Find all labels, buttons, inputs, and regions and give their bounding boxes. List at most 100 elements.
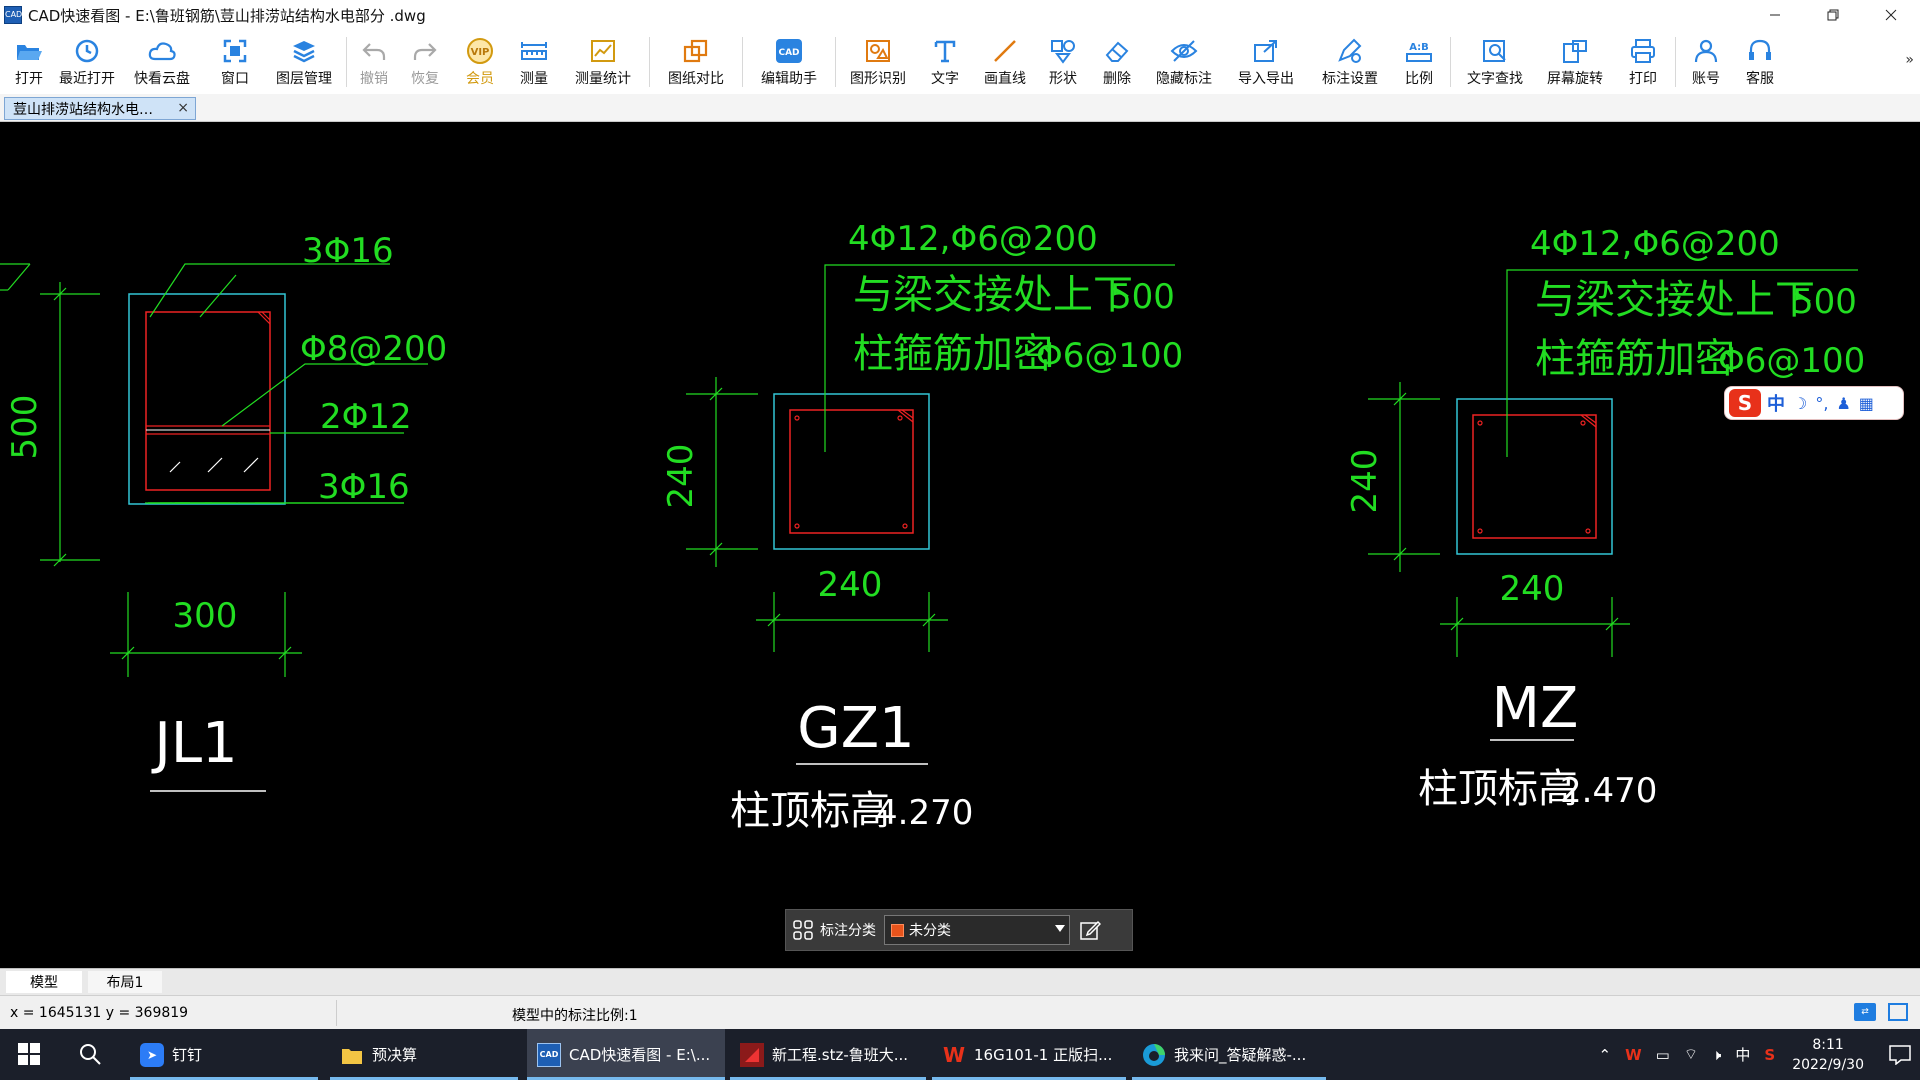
- annotation-settings-button[interactable]: 标注设置: [1308, 30, 1392, 94]
- gz1-note-line2: 柱箍筋加密: [853, 331, 1053, 377]
- user-icon: [1691, 36, 1721, 66]
- text-search-label: 文字查找: [1467, 71, 1523, 87]
- layer-manager-button[interactable]: 图层管理: [266, 30, 342, 94]
- cad-edit-badge-text: CAD: [778, 48, 799, 58]
- network-icon[interactable]: ⌔: [1684, 1045, 1698, 1064]
- delete-label: 删除: [1103, 71, 1131, 87]
- customer-service-label: 客服: [1746, 71, 1774, 87]
- input-language-indicator[interactable]: 中: [1735, 1044, 1750, 1065]
- skin-shirt-icon[interactable]: ♟: [1836, 394, 1850, 413]
- open-button[interactable]: 打开: [4, 30, 54, 94]
- ime-floating-bar[interactable]: S 中 ☽ °, ♟ ▦: [1724, 386, 1904, 420]
- annotation-category-bar: 标注分类 未分类: [785, 909, 1133, 951]
- toolbox-icon[interactable]: ▦: [1859, 394, 1874, 413]
- close-button[interactable]: [1862, 0, 1920, 30]
- gz1-note-line1: 与梁交接处上下: [853, 272, 1133, 318]
- punctuation-icon[interactable]: °,: [1815, 394, 1828, 413]
- print-button[interactable]: 打印: [1615, 30, 1671, 94]
- cad-app-icon: CAD: [537, 1042, 561, 1067]
- mz-name: MZ: [1492, 676, 1579, 741]
- taskbar-app-folder[interactable]: 预决算: [330, 1029, 518, 1080]
- vip-button[interactable]: VIP 会员: [453, 30, 507, 94]
- document-tab[interactable]: 荳山排涝站结构水电… ×: [4, 97, 196, 120]
- screen-rotate-button[interactable]: 屏幕旋转: [1535, 30, 1615, 94]
- volume-muted-icon[interactable]: 🕨: [1712, 1046, 1721, 1064]
- gz1-stirrup: [789, 409, 914, 534]
- annotation-category-select[interactable]: 未分类: [884, 915, 1070, 945]
- scale-button[interactable]: A:B 比例: [1392, 30, 1446, 94]
- wps-tray-icon[interactable]: W: [1625, 1046, 1642, 1064]
- cursor-coordinates: x = 1645131 y = 369819: [10, 1005, 189, 1021]
- delete-button[interactable]: 删除: [1090, 30, 1144, 94]
- undo-button[interactable]: 撤销: [351, 30, 397, 94]
- layout-tab-strip: 模型 布局1: [0, 968, 1920, 995]
- minimize-button[interactable]: [1746, 0, 1804, 30]
- ime-mode-label[interactable]: 中: [1767, 390, 1785, 416]
- sync-icon[interactable]: ⇄: [1854, 1003, 1876, 1021]
- account-button[interactable]: 账号: [1680, 30, 1732, 94]
- shapes-button[interactable]: 形状: [1036, 30, 1090, 94]
- edit-annotation-icon[interactable]: [1070, 919, 1110, 941]
- scale-ab-icon: A:B: [1404, 36, 1434, 66]
- windows-start-icon[interactable]: [18, 1043, 40, 1069]
- search-icon[interactable]: [78, 1042, 102, 1070]
- taskbar-app-cad[interactable]: CAD CAD快速看图 - E:\...: [527, 1029, 725, 1080]
- text-search-button[interactable]: 文字查找: [1455, 30, 1535, 94]
- measure-stats-button[interactable]: 测量统计: [561, 30, 645, 94]
- taskbar-app-edge[interactable]: 我来问_答疑解惑-...: [1132, 1029, 1326, 1080]
- chevron-up-icon[interactable]: ⌃: [1599, 1046, 1612, 1064]
- tab-layout1[interactable]: 布局1: [88, 971, 162, 993]
- sogou-tray-icon[interactable]: S: [1764, 1046, 1775, 1064]
- cloud-disk-button[interactable]: 快看云盘: [120, 30, 204, 94]
- dropdown-arrow-icon: [1055, 925, 1065, 932]
- drawing-compare-label: 图纸对比: [668, 71, 724, 87]
- jl1-height-dimension: [40, 282, 100, 567]
- shapes-icon: [1048, 36, 1078, 66]
- notification-icon[interactable]: [1880, 1044, 1920, 1065]
- system-clock[interactable]: 8:11 2022/9/30: [1792, 1035, 1864, 1075]
- mz-elevation-label: 柱顶标高: [1418, 766, 1578, 812]
- hide-annotation-button[interactable]: 隐藏标注: [1144, 30, 1224, 94]
- edit-assistant-button[interactable]: CAD 编辑助手: [747, 30, 831, 94]
- drawing-compare-button[interactable]: 图纸对比: [654, 30, 738, 94]
- jl1-width-value: 300: [173, 596, 238, 636]
- tab-model[interactable]: 模型: [6, 971, 82, 993]
- draw-line-button[interactable]: 画直线: [974, 30, 1036, 94]
- tab-close-icon[interactable]: ×: [177, 100, 189, 116]
- grid-view-icon[interactable]: [786, 920, 820, 940]
- redo-button[interactable]: 恢复: [397, 30, 453, 94]
- compare-icon: [681, 36, 711, 66]
- taskbar-app-dingtalk[interactable]: ➤ 钉钉: [130, 1029, 318, 1080]
- text-button[interactable]: 文字: [916, 30, 974, 94]
- customer-service-button[interactable]: 客服: [1732, 30, 1788, 94]
- drawing-canvas[interactable]: 3Φ16 Φ8@200 2Φ12 3Φ16 500 300 JL1 4Φ12,Φ…: [0, 122, 1920, 968]
- annotation-category-value: 未分类: [909, 923, 951, 939]
- taskbar-app-luban[interactable]: 新工程.stz-鲁班大...: [730, 1029, 926, 1080]
- moon-icon[interactable]: ☽: [1793, 394, 1807, 413]
- ruler-icon: [519, 36, 549, 66]
- open-folder-icon: [14, 36, 44, 66]
- text-t-icon: [930, 36, 960, 66]
- measure-button[interactable]: 测量: [507, 30, 561, 94]
- edit-assistant-label: 编辑助手: [761, 71, 817, 87]
- annotation-settings-icon: [1335, 36, 1365, 66]
- category-color-swatch: [891, 923, 904, 937]
- mz-elevation-value: 2.470: [1560, 771, 1657, 811]
- mz-height-value: 240: [1345, 449, 1385, 514]
- restore-button[interactable]: [1804, 0, 1862, 30]
- shape-recognize-button[interactable]: 图形识别: [840, 30, 916, 94]
- window-button[interactable]: 窗口: [204, 30, 266, 94]
- screen-rotate-icon: [1560, 36, 1590, 66]
- taskbar-app-label: 预决算: [372, 1046, 418, 1064]
- gz1-height-value: 240: [661, 444, 701, 509]
- vip-badge-text: VIP: [471, 47, 490, 58]
- battery-icon[interactable]: ▭: [1656, 1046, 1670, 1064]
- wps-icon: W: [942, 1042, 966, 1067]
- taskbar-app-label: CAD快速看图 - E:\...: [569, 1046, 711, 1064]
- recent-open-button[interactable]: 最近打开: [54, 30, 120, 94]
- undo-label: 撤销: [360, 71, 388, 87]
- import-export-button[interactable]: 导入导出: [1224, 30, 1308, 94]
- taskbar-app-wps[interactable]: W 16G101-1 正版扫...: [932, 1029, 1126, 1080]
- fullscreen-icon[interactable]: [1888, 1003, 1908, 1021]
- toolbar-more-button[interactable]: »: [1905, 52, 1914, 68]
